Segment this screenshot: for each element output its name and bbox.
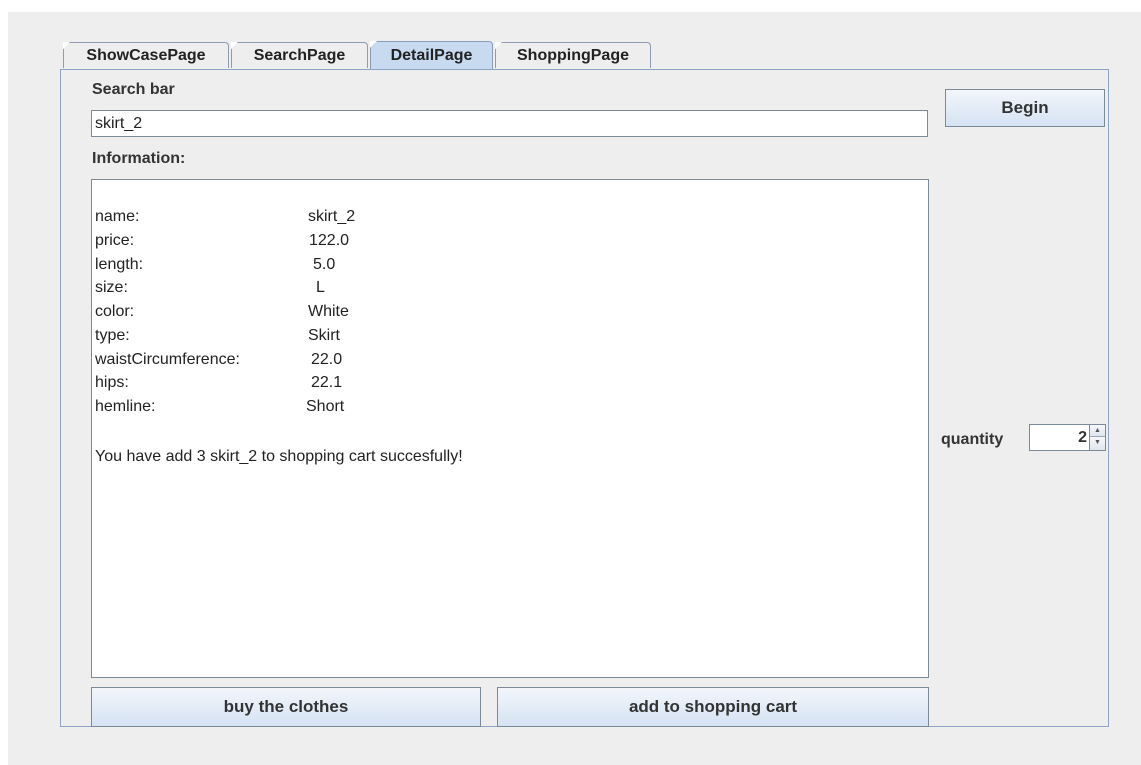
quantity-stepper[interactable]: 2 ▲ ▼: [1029, 424, 1106, 451]
info-key-hips: hips:: [95, 374, 129, 391]
info-value-length: 5.0: [313, 256, 336, 273]
quantity-value[interactable]: 2: [1078, 429, 1087, 447]
search-input[interactable]: [91, 110, 928, 137]
info-key-type: type:: [95, 327, 130, 344]
quantity-label: quantity: [941, 431, 1004, 448]
search-bar-label: Search bar: [92, 81, 175, 98]
chevron-down-icon[interactable]: ▼: [1089, 437, 1105, 450]
info-value-size: L: [316, 279, 325, 296]
info-value-color: White: [308, 303, 349, 320]
begin-button[interactable]: Begin: [945, 89, 1105, 127]
info-key-waistcircumference: waistCircumference:: [95, 351, 240, 368]
info-value-hemline: Short: [306, 398, 345, 415]
info-key-color: color:: [95, 303, 135, 320]
info-value-type: Skirt: [308, 327, 340, 344]
info-value-name: skirt_2: [308, 208, 356, 225]
info-key-length: length:: [95, 256, 144, 273]
info-value-waistcircumference: 22.0: [311, 351, 343, 368]
info-key-hemline: hemline:: [95, 398, 156, 415]
app-window: ShowCasePage SearchPage DetailPage Shopp…: [8, 12, 1141, 765]
buy-clothes-button[interactable]: buy the clothes: [91, 687, 481, 727]
info-value-hips: 22.1: [311, 374, 343, 391]
tab-searchpage[interactable]: SearchPage: [231, 42, 368, 68]
status-message: You have add 3 skirt_2 to shopping cart …: [95, 448, 463, 465]
tab-shoppingpage[interactable]: ShoppingPage: [495, 42, 651, 68]
info-key-size: size:: [95, 279, 128, 296]
info-key-name: name:: [95, 208, 140, 225]
tab-detailpage[interactable]: DetailPage: [370, 41, 493, 69]
add-to-cart-button[interactable]: add to shopping cart: [497, 687, 929, 727]
detail-panel: Search bar Information: name: skirt_2 pr…: [60, 69, 1109, 727]
information-label: Information:: [92, 150, 186, 167]
info-value-price: 122.0: [309, 232, 350, 249]
tab-bar: ShowCasePage SearchPage DetailPage Shopp…: [63, 41, 653, 69]
info-key-price: price:: [95, 232, 135, 249]
information-text-area[interactable]: name: skirt_2 price: 122.0 length: 5.0 s…: [91, 179, 929, 678]
tab-showcasepage[interactable]: ShowCasePage: [63, 42, 229, 68]
chevron-up-icon[interactable]: ▲: [1089, 425, 1105, 437]
